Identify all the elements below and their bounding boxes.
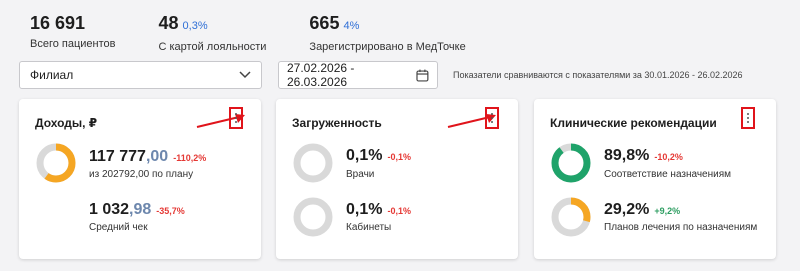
stat-loyalty-card: 48 0,3% С картой лояльности	[159, 12, 267, 54]
plans-value: 29,2% +9,2%	[604, 201, 681, 218]
card-title: Клинические рекомендации	[550, 116, 717, 130]
compliance-value: 89,8% -10,2%	[604, 147, 683, 164]
rooms-label: Кабинеты	[346, 222, 392, 233]
dot-icon	[747, 117, 749, 119]
dot-icon	[235, 121, 237, 123]
doctors-load-value: 0,1% -0,1%	[346, 147, 411, 164]
stat-label: Зарегистрировано в МедТочке	[309, 41, 466, 53]
avg-check-delta: -35,7%	[156, 206, 185, 216]
donut-chart-plans	[551, 197, 591, 237]
donut-chart-compliance	[551, 143, 591, 183]
plans-delta: +9,2%	[654, 206, 681, 216]
date-range-picker[interactable]: 27.02.2026 - 26.03.2026	[278, 61, 438, 89]
dot-icon	[235, 117, 237, 119]
dot-icon	[491, 113, 493, 115]
income-delta: -110,2%	[173, 153, 207, 163]
summary-stats: 16 691 Всего пациентов 48 0,3% С картой л…	[30, 12, 509, 54]
filter-row: Филиал 27.02.2026 - 26.03.2026 Показател…	[19, 61, 743, 89]
plans-label: Планов лечения по назначениям	[604, 222, 758, 233]
card-menu-button[interactable]	[229, 107, 243, 129]
card-menu-button[interactable]	[485, 107, 499, 129]
stat-registered: 665 4% Зарегистрировано в МедТочке	[309, 12, 465, 54]
stat-value: 665 4%	[309, 13, 360, 33]
avg-check-label: Средний чек	[89, 222, 148, 233]
stat-delta: 4%	[343, 20, 360, 32]
compliance-label: Соответствие назначениям	[604, 169, 732, 180]
stat-total-patients: 16 691 Всего пациентов	[30, 12, 116, 54]
rooms-load-delta: -0,1%	[387, 206, 411, 216]
stat-value: 16 691	[30, 13, 86, 33]
stat-value: 48 0,3%	[158, 13, 208, 33]
chevron-down-icon	[239, 71, 251, 79]
compare-note: Показатели сравниваются с показателями з…	[453, 70, 743, 80]
card-title: Доходы, ₽	[35, 116, 98, 130]
dot-icon	[491, 117, 493, 119]
branch-select-value: Филиал	[30, 68, 74, 82]
dot-icon	[235, 113, 237, 115]
rooms-load-value: 0,1% -0,1%	[346, 201, 411, 218]
card-load: Загруженность 0,1% -0,1% Врачи 0,1% -0,1% …	[276, 99, 518, 259]
donut-chart-doctors	[293, 143, 333, 183]
donut-chart-income	[36, 143, 76, 183]
date-range-value: 27.02.2026 - 26.03.2026	[287, 61, 355, 89]
calendar-icon	[416, 69, 429, 82]
card-income: Доходы, ₽ 117 777,00 -110,2% из 202792,00…	[19, 99, 261, 259]
income-value: 117 777,00 -110,2%	[89, 148, 207, 165]
doctors-load-delta: -0,1%	[387, 152, 411, 162]
card-clinical-recommendations: Клинические рекомендации 89,8% -10,2% Соо…	[534, 99, 776, 259]
doctors-label: Врачи	[346, 169, 375, 180]
dot-icon	[491, 121, 493, 123]
dot-icon	[747, 113, 749, 115]
stat-delta: 0,3%	[182, 20, 208, 32]
donut-chart-rooms	[293, 197, 333, 237]
income-sub: из 202792,00 по плану	[89, 169, 194, 180]
avg-check-value: 1 032,98 -35,7%	[89, 201, 185, 218]
card-title: Загруженность	[292, 116, 382, 130]
dot-icon	[747, 121, 749, 123]
branch-select[interactable]: Филиал	[19, 61, 262, 89]
stat-label: Всего пациентов	[30, 38, 116, 50]
compliance-delta: -10,2%	[654, 152, 683, 162]
card-menu-button[interactable]	[741, 107, 755, 129]
stat-label: С картой лояльности	[158, 41, 267, 53]
